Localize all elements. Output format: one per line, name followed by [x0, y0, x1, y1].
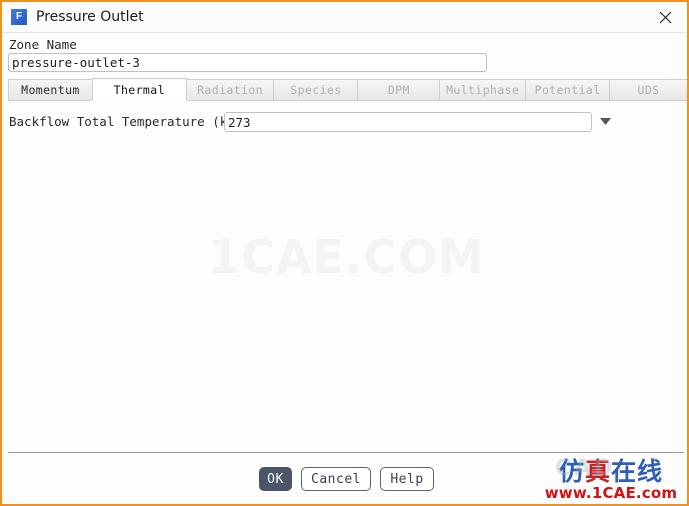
- backflow-total-temperature-input[interactable]: [224, 112, 592, 132]
- tab-radiation-label: Radiation: [197, 83, 264, 97]
- tab-momentum[interactable]: Momentum: [8, 79, 93, 101]
- tab-potential[interactable]: Potential: [525, 79, 611, 101]
- tab-radiation[interactable]: Radiation: [185, 79, 275, 101]
- tab-dpm-label: DPM: [387, 83, 410, 97]
- chevron-down-icon: [599, 118, 611, 125]
- tab-momentum-label: Momentum: [21, 83, 80, 97]
- zone-name-input[interactable]: [8, 53, 487, 72]
- close-icon: [659, 11, 671, 23]
- footer-buttons: OK Cancel Help: [2, 467, 687, 491]
- tab-dpm[interactable]: DPM: [357, 79, 441, 101]
- tab-thermal-label: Thermal: [113, 82, 165, 97]
- tab-uds-label: UDS: [637, 83, 660, 97]
- fluent-app-icon: [11, 9, 27, 25]
- cancel-button[interactable]: Cancel: [301, 467, 371, 491]
- window-title: Pressure Outlet: [36, 9, 144, 25]
- help-button[interactable]: Help: [380, 467, 434, 491]
- pressure-outlet-dialog: Pressure Outlet Zone Name Momentum Therm…: [0, 0, 689, 506]
- zone-name-label: Zone Name: [9, 37, 77, 52]
- footer-separator: [8, 452, 684, 453]
- tab-multiphase-label: Multiphase: [446, 83, 520, 97]
- tab-species[interactable]: Species: [273, 79, 359, 101]
- tab-potential-label: Potential: [534, 83, 601, 97]
- center-watermark: 1CAE.COM: [208, 230, 485, 284]
- title-bar: Pressure Outlet: [2, 2, 687, 33]
- tab-thermal[interactable]: Thermal: [91, 78, 187, 101]
- tab-bar: Momentum Thermal Radiation Species DPM M…: [8, 78, 687, 101]
- tab-multiphase[interactable]: Multiphase: [439, 79, 527, 101]
- backflow-total-temperature-label: Backflow Total Temperature (k): [9, 114, 235, 129]
- tab-uds[interactable]: UDS: [609, 79, 687, 101]
- ok-button[interactable]: OK: [259, 467, 292, 491]
- tab-species-label: Species: [290, 83, 342, 97]
- close-button[interactable]: [643, 2, 687, 32]
- temperature-method-dropdown[interactable]: [598, 117, 612, 127]
